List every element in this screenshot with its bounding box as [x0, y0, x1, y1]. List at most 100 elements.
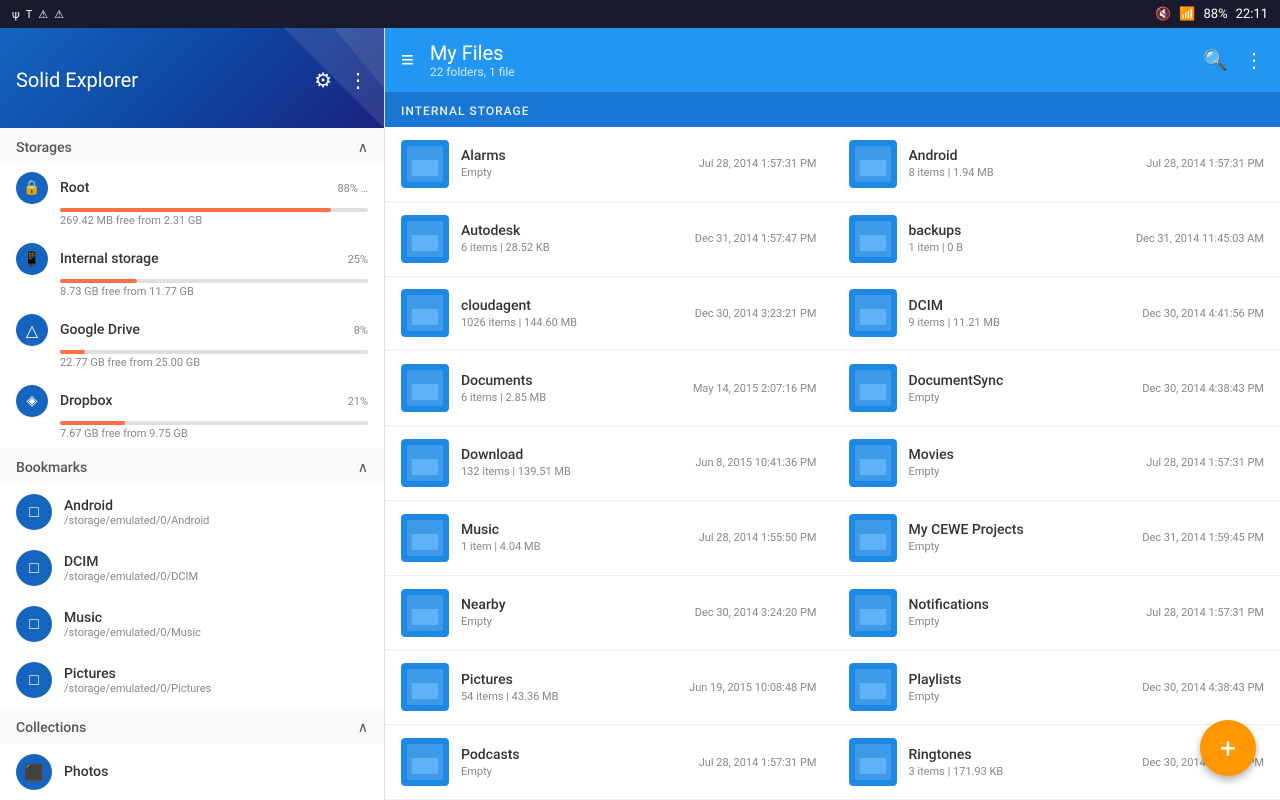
- file-item[interactable]: My CEWE Projects Empty Dec 31, 2014 1:59…: [833, 501, 1280, 576]
- folder-icon: [849, 514, 897, 562]
- bookmark-android[interactable]: □ Android /storage/emulated/0/Android: [0, 484, 384, 540]
- file-item[interactable]: Pictures 54 items | 43.36 MB Jun 19, 201…: [385, 650, 833, 725]
- file-name: My CEWE Projects: [909, 522, 1131, 538]
- file-meta: 54 items | 43.36 MB: [461, 690, 677, 703]
- file-date: Dec 31, 2014 1:59:45 PM: [1142, 531, 1264, 544]
- bookmark-pictures[interactable]: □ Pictures /storage/emulated/0/Pictures: [0, 652, 384, 708]
- dropbox-bar-fill: [60, 421, 125, 425]
- file-item[interactable]: Movies Empty Jul 28, 2014 1:57:31 PM: [833, 426, 1280, 501]
- file-info: Pictures 54 items | 43.36 MB: [461, 672, 677, 703]
- gdrive-info: 22.77 GB free from 25.00 GB: [60, 356, 368, 369]
- gdrive-bar-bg: [60, 350, 368, 354]
- file-date: Dec 31, 2014 11:45:03 AM: [1136, 232, 1264, 245]
- page-title: My Files: [430, 41, 1191, 65]
- file-info: Playlists Empty: [909, 672, 1131, 703]
- collection-photos[interactable]: ⬛ Photos: [0, 744, 384, 800]
- storage-root[interactable]: 🔒 Root 88% … 269.42 MB free from 2.31 GB: [0, 164, 384, 235]
- bookmark-dcim-icon: □: [16, 550, 52, 586]
- file-item[interactable]: Music 1 item | 4.04 MB Jul 28, 2014 1:55…: [385, 501, 833, 576]
- file-meta: Empty: [909, 615, 1135, 628]
- status-bar-left: ψ T ⚠ ⚠: [12, 8, 64, 21]
- file-info: Notifications Empty: [909, 597, 1135, 628]
- file-item[interactable]: DCIM 9 items | 11.21 MB Dec 30, 2014 4:4…: [833, 277, 1280, 352]
- file-date: Dec 30, 2014 4:38:43 PM: [1142, 681, 1264, 694]
- file-item[interactable]: Autodesk 6 items | 28.52 KB Dec 31, 2014…: [385, 202, 833, 277]
- file-list: Alarms Empty Jul 28, 2014 1:57:31 PM And…: [385, 127, 1280, 800]
- folder-icon: [849, 663, 897, 711]
- file-meta: 9 items | 11.21 MB: [909, 316, 1131, 329]
- file-item[interactable]: Playlists Empty Dec 30, 2014 4:38:43 PM: [833, 650, 1280, 725]
- bookmark-pictures-text: Pictures /storage/emulated/0/Pictures: [64, 666, 211, 695]
- file-date: Dec 30, 2014 4:41:56 PM: [1142, 307, 1264, 320]
- storage-dropbox[interactable]: ◈ Dropbox 21% 7.67 GB free from 9.75 GB: [0, 377, 384, 448]
- file-item[interactable]: Podcasts Empty Jul 28, 2014 1:57:31 PM: [385, 725, 833, 800]
- bookmarks-chevron-icon: ∧: [358, 460, 368, 476]
- dropbox-name: Dropbox: [60, 393, 112, 409]
- settings-icon[interactable]: ⚙: [314, 68, 332, 92]
- battery-level: 88%: [1203, 7, 1227, 22]
- file-name: Movies: [909, 447, 1135, 463]
- more-options-icon[interactable]: ⋮: [348, 68, 368, 92]
- sidebar: Solid Explorer ⚙ ⋮ Storages ∧ 🔒 Root 88%…: [0, 28, 385, 800]
- file-item[interactable]: Download 132 items | 139.51 MB Jun 8, 20…: [385, 426, 833, 501]
- more-icon[interactable]: ⋮: [1244, 48, 1264, 72]
- toolbar-title-block: My Files 22 folders, 1 file: [430, 41, 1191, 79]
- file-meta: 3 items | 171.93 KB: [909, 765, 1131, 778]
- folder-icon: [849, 589, 897, 637]
- folder-icon: [849, 439, 897, 487]
- dropbox-percent: 21%: [348, 395, 368, 408]
- menu-icon[interactable]: ≡: [401, 47, 414, 73]
- storages-section-header[interactable]: Storages ∧: [0, 128, 384, 164]
- mute-icon: 🔇: [1155, 7, 1171, 22]
- file-date: Jul 28, 2014 1:55:50 PM: [699, 531, 817, 544]
- folder-icon: [401, 738, 449, 786]
- bookmarks-section-header[interactable]: Bookmarks ∧: [0, 448, 384, 484]
- collections-label: Collections: [16, 720, 86, 736]
- wifi-icon: 📶: [1179, 7, 1195, 22]
- file-item[interactable]: Notifications Empty Jul 28, 2014 1:57:31…: [833, 576, 1280, 651]
- bookmark-dcim-text: DCIM /storage/emulated/0/DCIM: [64, 554, 198, 583]
- collections-section-header[interactable]: Collections ∧: [0, 708, 384, 744]
- folder-icon: [849, 364, 897, 412]
- bookmark-dcim[interactable]: □ DCIM /storage/emulated/0/DCIM: [0, 540, 384, 596]
- file-item[interactable]: Android 8 items | 1.94 MB Jul 28, 2014 1…: [833, 127, 1280, 202]
- collection-photos-icon: ⬛: [16, 754, 52, 790]
- file-item[interactable]: DocumentSync Empty Dec 30, 2014 4:38:43 …: [833, 351, 1280, 426]
- status-bar-right: 🔇 📶 88% 22:11: [1155, 7, 1268, 22]
- fab-button[interactable]: +: [1200, 720, 1256, 776]
- file-item[interactable]: Alarms Empty Jul 28, 2014 1:57:31 PM: [385, 127, 833, 202]
- storage-gdrive[interactable]: △ Google Drive 8% 22.77 GB free from 25.…: [0, 306, 384, 377]
- bookmark-music-icon: □: [16, 606, 52, 642]
- file-date: Jul 28, 2014 1:57:31 PM: [699, 157, 817, 170]
- file-meta: 8 items | 1.94 MB: [909, 166, 1135, 179]
- file-item[interactable]: cloudagent 1026 items | 144.60 MB Dec 30…: [385, 277, 833, 352]
- file-name: Pictures: [461, 672, 677, 688]
- bookmark-music-name: Music: [64, 610, 201, 626]
- folder-icon: [849, 738, 897, 786]
- file-meta: Empty: [909, 391, 1131, 404]
- dropbox-info: 7.67 GB free from 9.75 GB: [60, 427, 368, 440]
- file-date: Dec 31, 2014 1:57:47 PM: [695, 232, 817, 245]
- file-meta: 1 item | 4.04 MB: [461, 540, 687, 553]
- bookmark-dcim-path: /storage/emulated/0/DCIM: [64, 570, 198, 583]
- file-item[interactable]: backups 1 item | 0 B Dec 31, 2014 11:45:…: [833, 202, 1280, 277]
- file-name: Podcasts: [461, 747, 687, 763]
- file-name: Notifications: [909, 597, 1135, 613]
- file-info: Ringtones 3 items | 171.93 KB: [909, 747, 1131, 778]
- toolbar-icons: 🔍 ⋮: [1203, 48, 1264, 72]
- file-name: Autodesk: [461, 223, 683, 239]
- root-icon: 🔒: [16, 172, 48, 204]
- file-name: DocumentSync: [909, 373, 1131, 389]
- bookmark-dcim-name: DCIM: [64, 554, 198, 570]
- file-item[interactable]: Documents 6 items | 2.85 MB May 14, 2015…: [385, 351, 833, 426]
- gdrive-name: Google Drive: [60, 322, 140, 338]
- bookmark-music[interactable]: □ Music /storage/emulated/0/Music: [0, 596, 384, 652]
- search-icon[interactable]: 🔍: [1203, 48, 1228, 72]
- file-item[interactable]: Nearby Empty Dec 30, 2014 3:24:20 PM: [385, 576, 833, 651]
- storage-internal[interactable]: 📱 Internal storage 25% 8.73 GB free from…: [0, 235, 384, 306]
- file-info: Podcasts Empty: [461, 747, 687, 778]
- status-icon-3: ⚠: [38, 8, 48, 21]
- file-meta: 132 items | 139.51 MB: [461, 465, 683, 478]
- app-title: Solid Explorer: [16, 68, 138, 92]
- internal-bar-fill: [60, 279, 137, 283]
